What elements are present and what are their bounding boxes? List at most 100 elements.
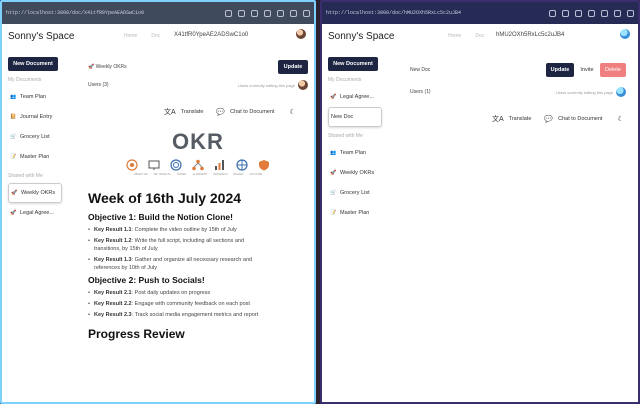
editor-body[interactable]: Week of 16th July 2024 Objective 1: Buil… [88,190,308,341]
nav-home[interactable]: Home [448,33,461,39]
shield-icon[interactable] [277,9,284,17]
translate-icon[interactable]: 文A [492,114,504,124]
nav-home[interactable]: Home [124,33,137,39]
user-avatar[interactable] [620,29,630,39]
sidebar-item-weekly-okrs[interactable]: 🚀 Weekly OKRs [328,163,388,183]
translate-icon[interactable]: 文A [164,107,176,117]
notion-app-left: Sonny's Space Home Doc X41tfR0YpeAE2ADSw… [2,24,314,402]
doc-title-input[interactable]: 🚀 Weekly OKRs [88,64,127,70]
chat-to-document-button[interactable]: Chat to Document [230,109,274,115]
users-editing-note: Users currently editing this page [237,82,295,88]
list-item: Key Result 1.3: Gather and organize all … [88,256,264,272]
list-item: Key Result 2.2: Engage with community fe… [88,300,264,308]
users-count: Users (3) [88,82,109,88]
objective-2-heading: Objective 2: Push to Socials! [88,275,205,285]
url-field[interactable]: http://localhost:3000/doc/hMU2OXh5RxLc5c… [326,10,545,16]
objective-2-list: Key Result 2.1: Post daily updates on pr… [88,289,264,319]
nav-doc[interactable]: Doc [151,33,160,39]
doc-title-input[interactable]: New Doc [410,67,546,73]
bookmark-icon[interactable] [549,9,556,17]
bar-chart-icon [213,159,227,171]
doc-id-breadcrumb: hMU2OXh5RxLc5c2uJB4 [496,32,565,38]
new-document-button[interactable]: New Document [328,57,378,71]
network-icon [235,159,249,171]
extension-icon[interactable] [562,9,569,17]
objective-1-list: Key Result 1.1: Complete the video outli… [88,226,264,272]
sidebar-item-master-plan[interactable]: 📝 Master Plan [8,147,68,167]
shared-with-me-heading: Shared with Me [8,173,43,179]
grid-icon[interactable] [290,9,297,17]
chat-icon[interactable]: 💬 [544,115,553,123]
progress-review-heading: Progress Review [88,327,185,341]
sidebar-item-master-plan[interactable]: 📝 Master Plan [328,203,388,223]
week-heading: Week of 16th July 2024 [88,190,242,206]
list-item: Key Result 1.2: Write the full script, i… [88,237,264,253]
extension-icon[interactable] [238,9,245,17]
shield-icon[interactable] [601,9,608,17]
chat-to-document-button[interactable]: Chat to Document [558,116,602,122]
list-item: Key Result 2.3: Track social media engag… [88,311,264,319]
header: Sonny's Space Home Doc X41tfR0YpeAE2ADSw… [2,24,314,48]
dark-mode-icon[interactable]: ☾ [617,115,623,123]
sidebar-item-grocery-list[interactable]: 🛒 Grocery List [328,183,388,203]
okr-image: OKR OBJECTIVE KEY RESULTS TARGET ALIGNME… [88,129,308,176]
list-item: Key Result 2.1: Post daily updates on pr… [88,289,264,297]
document-main: 🚀 Weekly OKRs Update Users (3) Users cur… [88,60,308,341]
sidebar: New Document My Documents 👥 Team Plan 📔 Jo… [8,57,68,223]
left-browser-window: http://localhost:3000/doc/X41tfR0YpeAEAD… [0,0,316,404]
puzzle-icon[interactable] [588,9,595,17]
hierarchy-icon [191,159,205,171]
menu-icon[interactable] [627,9,634,17]
my-documents-heading: My Documents [8,77,42,83]
sidebar-item-team-plan[interactable]: 👥 Team Plan [328,143,388,163]
menu-icon[interactable] [303,9,310,17]
camera-icon[interactable] [251,9,258,17]
sidebar-item-new-doc[interactable]: New Doc [328,107,382,127]
header: Sonny's Space Home Doc hMU2OXh5RxLc5c2uJ… [322,24,638,48]
objective-1-heading: Objective 1: Build the Notion Clone! [88,212,233,222]
editor-avatar [616,87,626,97]
sidebar-item-team-plan[interactable]: 👥 Team Plan [8,87,68,107]
puzzle-icon[interactable] [264,9,271,17]
delete-button[interactable]: Delete [600,63,626,77]
users-editing-note: Users currently editing this page [555,89,613,95]
okr-title: OKR [172,129,224,154]
new-document-button[interactable]: New Document [8,57,58,71]
notion-app-right: Sonny's Space Home Doc hMU2OXh5RxLc5c2uJ… [322,24,638,402]
sidebar-item-weekly-okrs[interactable]: 🚀 Weekly OKRs [8,183,62,203]
target-icon [125,159,139,171]
dark-mode-icon[interactable]: ☾ [289,108,295,116]
right-browser-window: http://localhost:3000/doc/hMU2OXh5RxLc5c… [320,0,640,404]
address-bar: http://localhost:3000/doc/X41tfR0YpeAEAD… [2,2,314,24]
invite-button[interactable]: Invite [574,63,600,77]
list-item: Key Result 1.1: Complete the video outli… [88,226,264,234]
editor-avatar [298,80,308,90]
chat-icon[interactable]: 💬 [216,108,225,116]
doc-id-breadcrumb: X41tfR0YpeAE2ADSwC1o0 [174,32,249,38]
goal-icon [169,159,183,171]
update-button[interactable]: Update [546,63,574,77]
nav-doc[interactable]: Doc [475,33,484,39]
shield-check-icon [257,159,271,171]
url-field[interactable]: http://localhost:3000/doc/X41tfR0YpeAEAD… [6,10,221,16]
update-button[interactable]: Update [278,60,308,74]
users-count: Users (1) [410,89,431,95]
editor-body[interactable] [410,134,626,354]
sidebar-item-journal-entry[interactable]: 📔 Journal Entry [8,107,68,127]
space-title: Sonny's Space [8,30,75,42]
sidebar-item-grocery-list[interactable]: 🛒 Grocery List [8,127,68,147]
sidebar-item-legal-agreement[interactable]: 🚀 Legal Agree... [328,87,388,107]
document-main: New Doc Update Invite Delete Users (1) U… [410,63,626,354]
monitor-icon [147,159,161,171]
space-title: Sonny's Space [328,30,395,42]
camera-icon[interactable] [575,9,582,17]
translate-button[interactable]: Translate [181,109,204,115]
address-bar: http://localhost:3000/doc/hMU2OXh5RxLc5c… [322,2,638,24]
user-avatar[interactable] [296,29,306,39]
sidebar: New Document My Documents 🚀 Legal Agree..… [328,57,388,223]
translate-button[interactable]: Translate [509,116,532,122]
grid-icon[interactable] [614,9,621,17]
my-documents-heading: My Documents [328,77,362,83]
bookmark-icon[interactable] [225,9,232,17]
sidebar-item-legal-agreement[interactable]: 🚀 Legal Agree... [8,203,68,223]
